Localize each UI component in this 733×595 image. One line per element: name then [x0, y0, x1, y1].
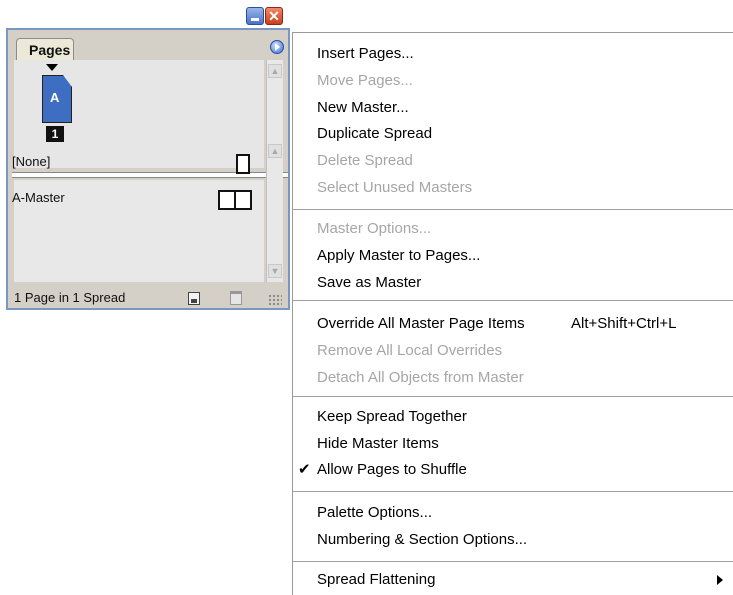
masters-scrollbar[interactable]: ▲ ▼ [266, 142, 283, 282]
menu-item-save-as-master[interactable]: Save as Master [317, 271, 421, 295]
menu-separator [293, 209, 733, 210]
minimize-button[interactable] [246, 7, 264, 25]
menu-item-remove-local-overrides[interactable]: Remove All Local Overrides [317, 339, 502, 363]
pages-flyout-menu: Insert Pages... Move Pages... New Master… [292, 32, 733, 595]
page-master-prefix: A [50, 90, 60, 105]
new-page-icon[interactable] [188, 292, 200, 305]
menu-separator [293, 396, 733, 397]
status-text: 1 Page in 1 Spread [14, 290, 126, 305]
menu-separator [293, 561, 733, 562]
master-item-a-master[interactable]: A-Master [12, 190, 65, 205]
menu-item-duplicate-spread[interactable]: Duplicate Spread [317, 122, 432, 146]
master-item-none[interactable]: [None] [12, 154, 50, 169]
menu-item-allow-pages-shuffle[interactable]: Allow Pages to Shuffle [317, 458, 467, 482]
pages-palette: ✕ Pages A 1 ▲ ▼ [None] A-Master ▲ ▼ 1 Pa… [6, 0, 290, 310]
palette-menu-icon[interactable] [270, 40, 284, 54]
spread-pages-icon [216, 190, 256, 210]
menu-item-numbering-section-options[interactable]: Numbering & Section Options... [317, 528, 527, 552]
close-button[interactable]: ✕ [265, 7, 283, 25]
menu-item-move-pages[interactable]: Move Pages... [317, 69, 413, 93]
pages-panel: Pages A 1 ▲ ▼ [None] A-Master ▲ ▼ 1 Page… [6, 28, 290, 310]
menu-item-detach-objects[interactable]: Detach All Objects from Master [317, 366, 524, 390]
current-page-marker-icon [46, 64, 58, 71]
scroll-up-icon[interactable]: ▲ [268, 144, 282, 158]
page-number-label: 1 [46, 126, 64, 142]
menu-item-master-options[interactable]: Master Options... [317, 217, 431, 241]
palette-status-bar: 1 Page in 1 Spread [8, 288, 288, 308]
menu-separator [293, 300, 733, 301]
scroll-up-icon[interactable]: ▲ [268, 64, 282, 78]
menu-item-new-master[interactable]: New Master... [317, 96, 409, 120]
menu-item-delete-spread[interactable]: Delete Spread [317, 149, 413, 173]
override-shortcut: Alt+Shift+Ctrl+L [571, 315, 677, 332]
page-thumbnails-area: A 1 [14, 60, 264, 168]
menu-separator [293, 491, 733, 492]
single-page-icon [236, 154, 250, 174]
menu-item-palette-options[interactable]: Palette Options... [317, 501, 432, 525]
menu-item-insert-pages[interactable]: Insert Pages... [317, 42, 414, 66]
palette-titlebar: ✕ [6, 0, 290, 30]
trash-icon[interactable] [230, 291, 242, 305]
menu-item-select-unused-masters[interactable]: Select Unused Masters [317, 176, 472, 200]
tab-pages[interactable]: Pages [16, 38, 74, 60]
resize-grip-icon[interactable] [268, 294, 282, 306]
submenu-arrow-icon [717, 575, 723, 585]
scroll-down-icon[interactable]: ▼ [268, 264, 282, 278]
menu-item-spread-flattening[interactable]: Spread Flattening [317, 568, 435, 592]
menu-item-apply-master[interactable]: Apply Master to Pages... [317, 244, 480, 268]
menu-item-override-master-items[interactable]: Override All Master Page Items [317, 312, 525, 336]
menu-item-hide-master-items[interactable]: Hide Master Items [317, 432, 439, 456]
menu-item-keep-spread-together[interactable]: Keep Spread Together [317, 405, 467, 429]
check-icon: ✔ [298, 461, 311, 478]
